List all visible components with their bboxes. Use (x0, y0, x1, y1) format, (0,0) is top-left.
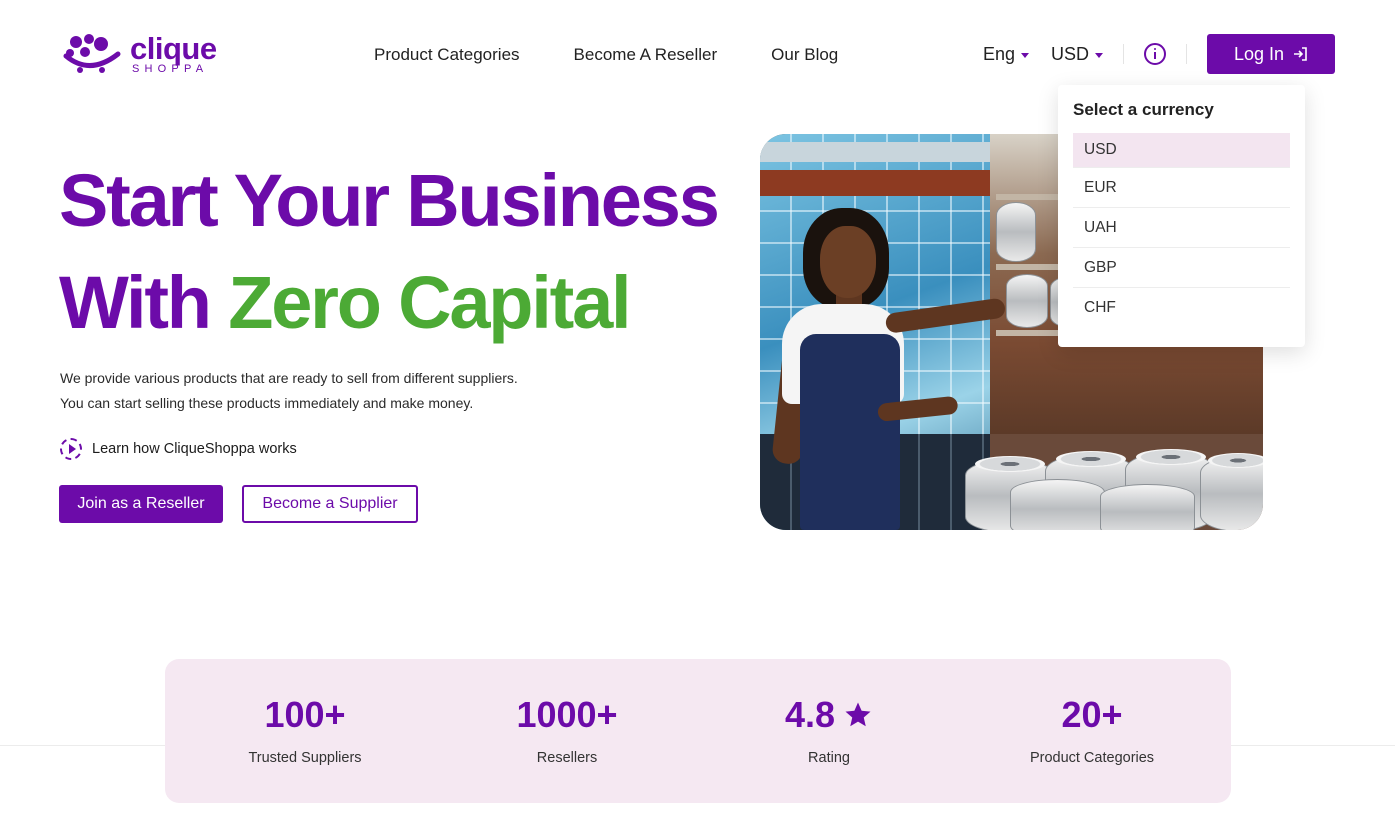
stat-rating: 4.8 Rating (699, 693, 959, 767)
hero-title-highlight: Zero Capital (228, 261, 631, 344)
currency-option-usd[interactable]: USD (1073, 133, 1290, 168)
currency-dropdown: Select a currency USD EUR UAH GBP CHF (1058, 85, 1305, 347)
language-selector[interactable]: Eng (983, 44, 1029, 65)
logo-wordmark: clique (130, 31, 217, 66)
chevron-down-icon (1095, 52, 1103, 58)
chevron-down-icon (1020, 52, 1029, 58)
hero-desc-line1: We provide various products that are rea… (60, 370, 518, 386)
stat-value: 20+ (1061, 694, 1123, 735)
person-figure (760, 134, 1020, 530)
currency-selector[interactable]: USD (1051, 44, 1103, 65)
join-reseller-button[interactable]: Join as a Reseller (59, 485, 223, 523)
login-button[interactable]: Log In (1207, 34, 1335, 74)
currency-option-chf[interactable]: CHF (1073, 288, 1290, 328)
stat-categories: 20+ Product Categories (962, 693, 1222, 767)
learn-how-link[interactable]: Learn how CliqueShoppa works (60, 438, 297, 460)
stat-value-row: 4.8 (699, 693, 959, 737)
stat-value: 100+ (264, 694, 346, 735)
star-icon (845, 702, 871, 727)
stat-suppliers: 100+ Trusted Suppliers (175, 693, 435, 767)
nav-product-categories[interactable]: Product Categories (374, 44, 520, 66)
become-supplier-button[interactable]: Become a Supplier (242, 485, 418, 523)
currency-option-eur[interactable]: EUR (1073, 168, 1290, 208)
stat-resellers: 1000+ Resellers (437, 693, 697, 767)
login-icon (1294, 47, 1307, 61)
info-icon[interactable] (1144, 43, 1166, 65)
logo-tagline: SHOPPA (132, 63, 209, 75)
hero-title-prefix: With (59, 261, 212, 344)
logo[interactable]: clique SHOPPA (62, 32, 222, 78)
divider (1123, 44, 1124, 64)
play-icon (60, 438, 82, 460)
learn-how-label: Learn how CliqueShoppa works (92, 441, 297, 457)
login-label: Log In (1233, 43, 1285, 64)
hero-title: Start Your Business With Zero Capital (59, 150, 720, 354)
nav-become-reseller[interactable]: Become A Reseller (574, 44, 718, 66)
stat-value: 4.8 (784, 694, 836, 735)
currency-option-gbp[interactable]: GBP (1073, 248, 1290, 288)
header-actions: Eng USD Log In (983, 34, 1335, 74)
hero-title-line2: With Zero Capital (59, 252, 718, 354)
hero-desc-line2: You can start selling these products imm… (60, 395, 474, 411)
currency-label: USD (1050, 43, 1089, 64)
hero-title-line1: Start Your Business (59, 159, 720, 242)
stat-label: Resellers (536, 750, 598, 766)
nav-our-blog[interactable]: Our Blog (771, 44, 838, 66)
language-label: Eng (982, 43, 1015, 64)
stat-label: Rating (808, 750, 850, 766)
stat-label: Product Categories (1029, 750, 1155, 766)
stat-label: Trusted Suppliers (248, 750, 362, 766)
currency-option-uah[interactable]: UAH (1073, 208, 1290, 248)
main-nav: Product Categories Become A Reseller Our… (374, 44, 838, 66)
stats-panel: 100+ Trusted Suppliers 1000+ Resellers 4… (165, 659, 1231, 803)
currency-dropdown-title: Select a currency (1073, 100, 1214, 119)
logo-icon (63, 34, 121, 73)
stat-value: 1000+ (516, 694, 618, 735)
divider (1186, 44, 1187, 64)
hero-description: We provide various products that are rea… (60, 366, 518, 416)
